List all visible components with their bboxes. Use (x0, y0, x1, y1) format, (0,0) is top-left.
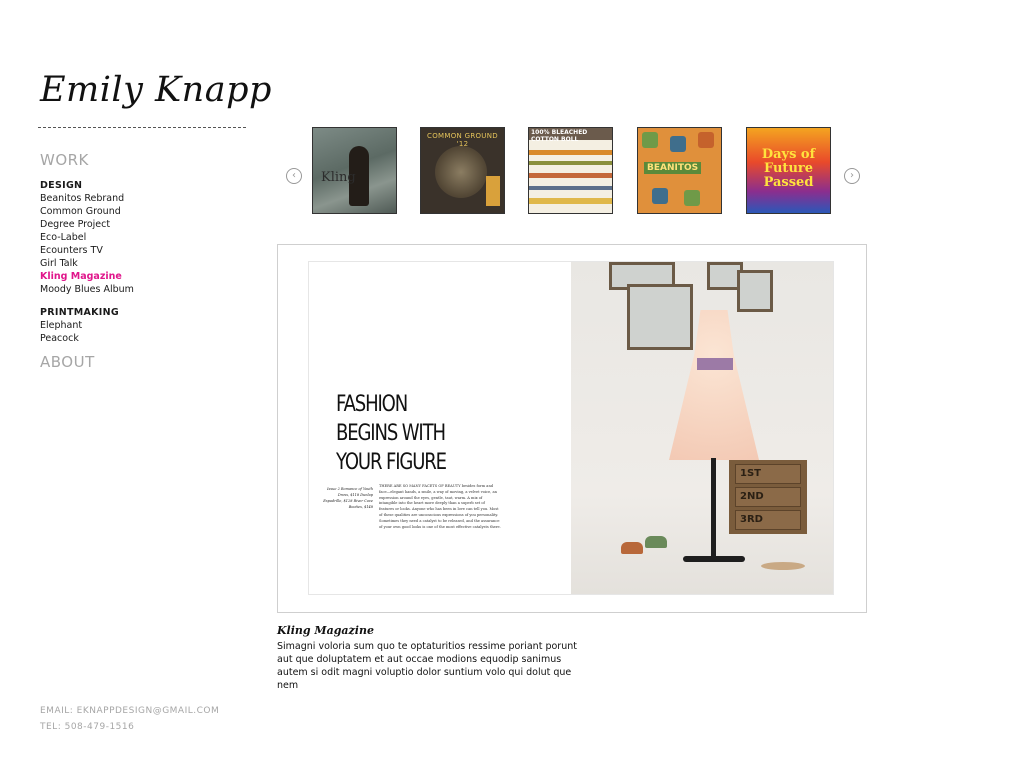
pattern-tile (652, 188, 668, 204)
magazine-spread-image: FASHION BEGINS WITH YOUR FIGURE Issue 2 … (308, 261, 834, 595)
pattern-tile (698, 132, 714, 148)
nav-item-ecounters-tv[interactable]: Ecounters TV (40, 244, 260, 257)
shoe-graphic (621, 542, 643, 554)
project-title: Kling Magazine (277, 624, 374, 637)
pattern-tile (670, 136, 686, 152)
wall-frame (737, 270, 773, 312)
chevron-right-icon: › (850, 170, 854, 181)
shoe-graphic (645, 536, 667, 548)
nav-item-peacock[interactable]: Peacock (40, 332, 260, 345)
pattern-tile (642, 132, 658, 148)
band-1 (529, 150, 612, 155)
carousel-prev-button[interactable]: ‹ (286, 168, 302, 184)
thumbnail-moody-blues-text: Days of Future Passed (761, 147, 816, 190)
mannequin-stand (711, 458, 716, 558)
site-logo[interactable]: Emily Knapp (40, 70, 272, 110)
drawer-chest: 1ST 2ND 3RD (729, 460, 807, 534)
project-image-viewer: FASHION BEGINS WITH YOUR FIGURE Issue 2 … (277, 244, 867, 613)
logo-divider (38, 127, 246, 128)
wall-mirror (627, 284, 693, 350)
thumbnail-degree-project[interactable]: 100% BLEACHED COTTON BOLL (528, 127, 613, 214)
nav-item-girl-talk[interactable]: Girl Talk (40, 257, 260, 270)
nav-item-kling-magazine[interactable]: Kling Magazine (40, 270, 260, 283)
pattern-tile (684, 190, 700, 206)
dress-sash (697, 358, 733, 370)
thumbnail-moody-blues[interactable]: Days of Future Passed (746, 127, 831, 214)
nav-item-degree-project[interactable]: Degree Project (40, 218, 260, 231)
orange-tag-graphic (486, 176, 500, 206)
globe-graphic (435, 146, 487, 198)
band-4 (529, 186, 612, 190)
nav-item-beanitos-rebrand[interactable]: Beanitos Rebrand (40, 192, 260, 205)
thumbnail-kling-text: Kling (321, 170, 356, 185)
headline-line: FASHION (336, 392, 408, 417)
contact-email[interactable]: EMAIL: EKNAPPDESIGN@GMAIL.COM (40, 703, 219, 719)
band-3 (529, 173, 612, 178)
carousel-next-button[interactable]: › (844, 168, 860, 184)
band-5 (529, 198, 612, 204)
nav-item-elephant[interactable]: Elephant (40, 319, 260, 332)
sidebar-nav: WORK DESIGN Beanitos Rebrand Common Grou… (40, 151, 260, 371)
thumbnail-beanitos-text: BEANITOS (644, 162, 702, 174)
contact-info: EMAIL: EKNAPPDESIGN@GMAIL.COM TEL: 508-4… (40, 703, 219, 735)
spread-credits: Issue 2 Romance of Youth Dress, $118 Dun… (323, 487, 373, 509)
headline-line: YOUR FIGURE (336, 450, 447, 475)
spread-body-text: THERE ARE SO MANY FACETS OF BEAUTY besid… (379, 484, 501, 529)
spread-headline: FASHION BEGINS WITH YOUR FIGURE (336, 390, 447, 477)
nav-about-link[interactable]: ABOUT (40, 353, 260, 371)
headline-line: BEGINS WITH (336, 421, 446, 446)
thumbnail-degree-project-text: 100% BLEACHED COTTON BOLL (531, 129, 588, 143)
project-description: Simagni voloria sum quo te optaturitios … (277, 641, 577, 691)
mannequin-base (683, 556, 745, 562)
drawer-label: 2ND (735, 487, 801, 507)
thumbnail-beanitos[interactable]: BEANITOS (637, 127, 722, 214)
spread-left-page: FASHION BEGINS WITH YOUR FIGURE Issue 2 … (309, 262, 571, 594)
nav-item-moody-blues-album[interactable]: Moody Blues Album (40, 283, 260, 296)
band-2 (529, 161, 612, 165)
nav-item-common-ground[interactable]: Common Ground (40, 205, 260, 218)
nav-item-eco-label[interactable]: Eco-Label (40, 231, 260, 244)
drawer-label: 3RD (735, 510, 801, 530)
chevron-left-icon: ‹ (292, 170, 296, 181)
contact-tel: TEL: 508-479-1516 (40, 722, 135, 732)
drawer-label: 1ST (735, 464, 801, 484)
thumbnail-common-ground[interactable]: COMMON GROUND '12 (420, 127, 505, 214)
nav-work-link[interactable]: WORK (40, 151, 260, 169)
spread-right-page-photo: 1ST 2ND 3RD (571, 262, 833, 594)
nav-printmaking-heading: PRINTMAKING (40, 307, 119, 318)
thumbnail-kling[interactable]: Kling (312, 127, 397, 214)
nav-design-heading: DESIGN (40, 180, 83, 191)
hat-graphic (761, 562, 805, 570)
